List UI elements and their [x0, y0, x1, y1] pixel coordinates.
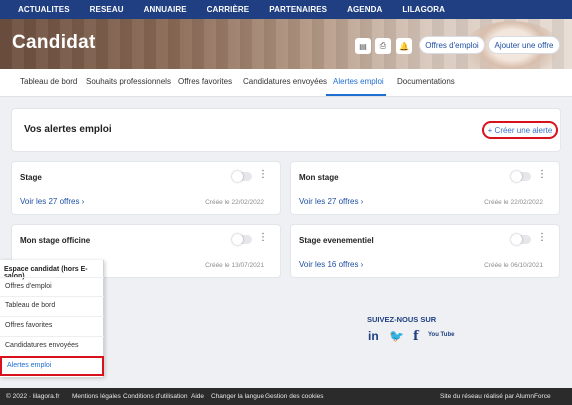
nav-reseau[interactable]: RESEAU [90, 5, 124, 14]
tab-documentations[interactable]: Documentations [397, 77, 455, 86]
more-options-icon[interactable]: ⋮ [258, 170, 268, 180]
linkedin-icon[interactable]: in [368, 329, 379, 343]
top-nav: ACTUALITES RESEAU ANNUAIRE CARRIÈRE PART… [0, 0, 572, 19]
footer-link-conditions[interactable]: Conditions d'utilisation [123, 393, 187, 400]
alerts-title: Vos alertes emploi [24, 124, 112, 135]
menu-item-candidatures-envoyees[interactable]: Candidatures envoyées [0, 336, 104, 354]
active-tab-indicator [326, 94, 386, 96]
page-title: Candidat [12, 32, 96, 53]
alert-name: Mon stage officine [20, 236, 91, 245]
facebook-icon[interactable]: f [413, 329, 419, 344]
footer-credit: Site du réseau réalisé par AlumnForce [440, 393, 551, 400]
alert-card-stage-evenementiel: Stage evenementiel ⋮ Voir les 16 offres … [291, 225, 559, 277]
create-alert-button[interactable]: + Créer une alerte [482, 121, 558, 139]
alert-toggle[interactable] [232, 171, 252, 182]
menu-item-offres-emploi[interactable]: Offres d'emploi [0, 277, 104, 295]
tab-souhaits-professionnels[interactable]: Souhaits professionnels [86, 77, 171, 86]
more-options-icon[interactable]: ⋮ [537, 233, 547, 243]
alert-card-mon-stage: Mon stage ⋮ Voir les 27 offres › Créée l… [291, 162, 559, 214]
footer-link-langue[interactable]: Changer la langue [211, 393, 264, 400]
nav-partenaires[interactable]: PARTENAIRES [269, 5, 327, 14]
ajouter-offre-button[interactable]: Ajouter une offre [488, 36, 560, 54]
tab-candidatures-envoyees[interactable]: Candidatures envoyées [243, 77, 327, 86]
footer: © 2022 · lilagora.fr Mentions légales Co… [0, 388, 572, 405]
footer-link-cookies[interactable]: Gestion des cookies [265, 393, 324, 400]
alert-name: Mon stage [299, 173, 339, 182]
print-icon[interactable]: ⎙ [375, 38, 391, 54]
more-options-icon[interactable]: ⋮ [537, 170, 547, 180]
tab-bar: Tableau de bord Souhaits professionnels … [0, 69, 572, 97]
menu-item-alertes-emploi[interactable]: Alertes emploi [0, 356, 104, 376]
footer-link-mentions[interactable]: Mentions légales [72, 393, 121, 400]
more-options-icon[interactable]: ⋮ [258, 233, 268, 243]
candidate-space-menu: Espace candidat (hors E-salon) Offres d'… [0, 260, 104, 377]
nav-carriere[interactable]: CARRIÈRE [207, 5, 250, 14]
footer-copyright: © 2022 · lilagora.fr [6, 393, 60, 400]
alert-name: Stage [20, 173, 42, 182]
nav-lilagora[interactable]: LILAGORA [402, 5, 445, 14]
alert-date: Créée le 06/10/2021 [484, 262, 543, 269]
menu-item-tableau-de-bord[interactable]: Tableau de bord [0, 296, 104, 314]
bell-icon[interactable]: 🔔 [396, 38, 412, 54]
tab-alertes-emploi[interactable]: Alertes emploi [333, 77, 384, 86]
alert-date: Créée le 13/07/2021 [205, 262, 264, 269]
twitter-icon[interactable]: 🐦 [389, 329, 404, 343]
offres-emploi-button[interactable]: Offres d'emploi [419, 36, 485, 54]
alert-card-stage: Stage ⋮ Voir les 27 offres › Créée le 22… [12, 162, 280, 214]
alert-name: Stage evenementiel [299, 236, 374, 245]
nav-actualites[interactable]: ACTUALITES [18, 5, 70, 14]
tab-tableau-de-bord[interactable]: Tableau de bord [20, 77, 77, 86]
alert-toggle[interactable] [232, 234, 252, 245]
nav-annuaire[interactable]: ANNUAIRE [144, 5, 187, 14]
alert-toggle[interactable] [511, 234, 531, 245]
menu-item-offres-favorites[interactable]: Offres favorites [0, 316, 104, 334]
alert-offers-link[interactable]: Voir les 16 offres › [299, 260, 363, 269]
alert-toggle[interactable] [511, 171, 531, 182]
social-title: SUIVEZ-NOUS SUR [367, 315, 437, 324]
alert-date: Créée le 22/02/2022 [205, 199, 264, 206]
alert-date: Créée le 22/02/2022 [484, 199, 543, 206]
footer-link-aide[interactable]: Aide [191, 393, 204, 400]
youtube-icon[interactable]: You Tube [428, 332, 454, 338]
nav-agenda[interactable]: AGENDA [347, 5, 382, 14]
tab-offres-favorites[interactable]: Offres favorites [178, 77, 232, 86]
alert-offers-link[interactable]: Voir les 27 offres › [299, 197, 363, 206]
alert-offers-link[interactable]: Voir les 27 offres › [20, 197, 84, 206]
alerts-header-card: Vos alertes emploi + Créer une alerte [12, 109, 560, 151]
document-icon[interactable]: ▤ [355, 38, 371, 54]
